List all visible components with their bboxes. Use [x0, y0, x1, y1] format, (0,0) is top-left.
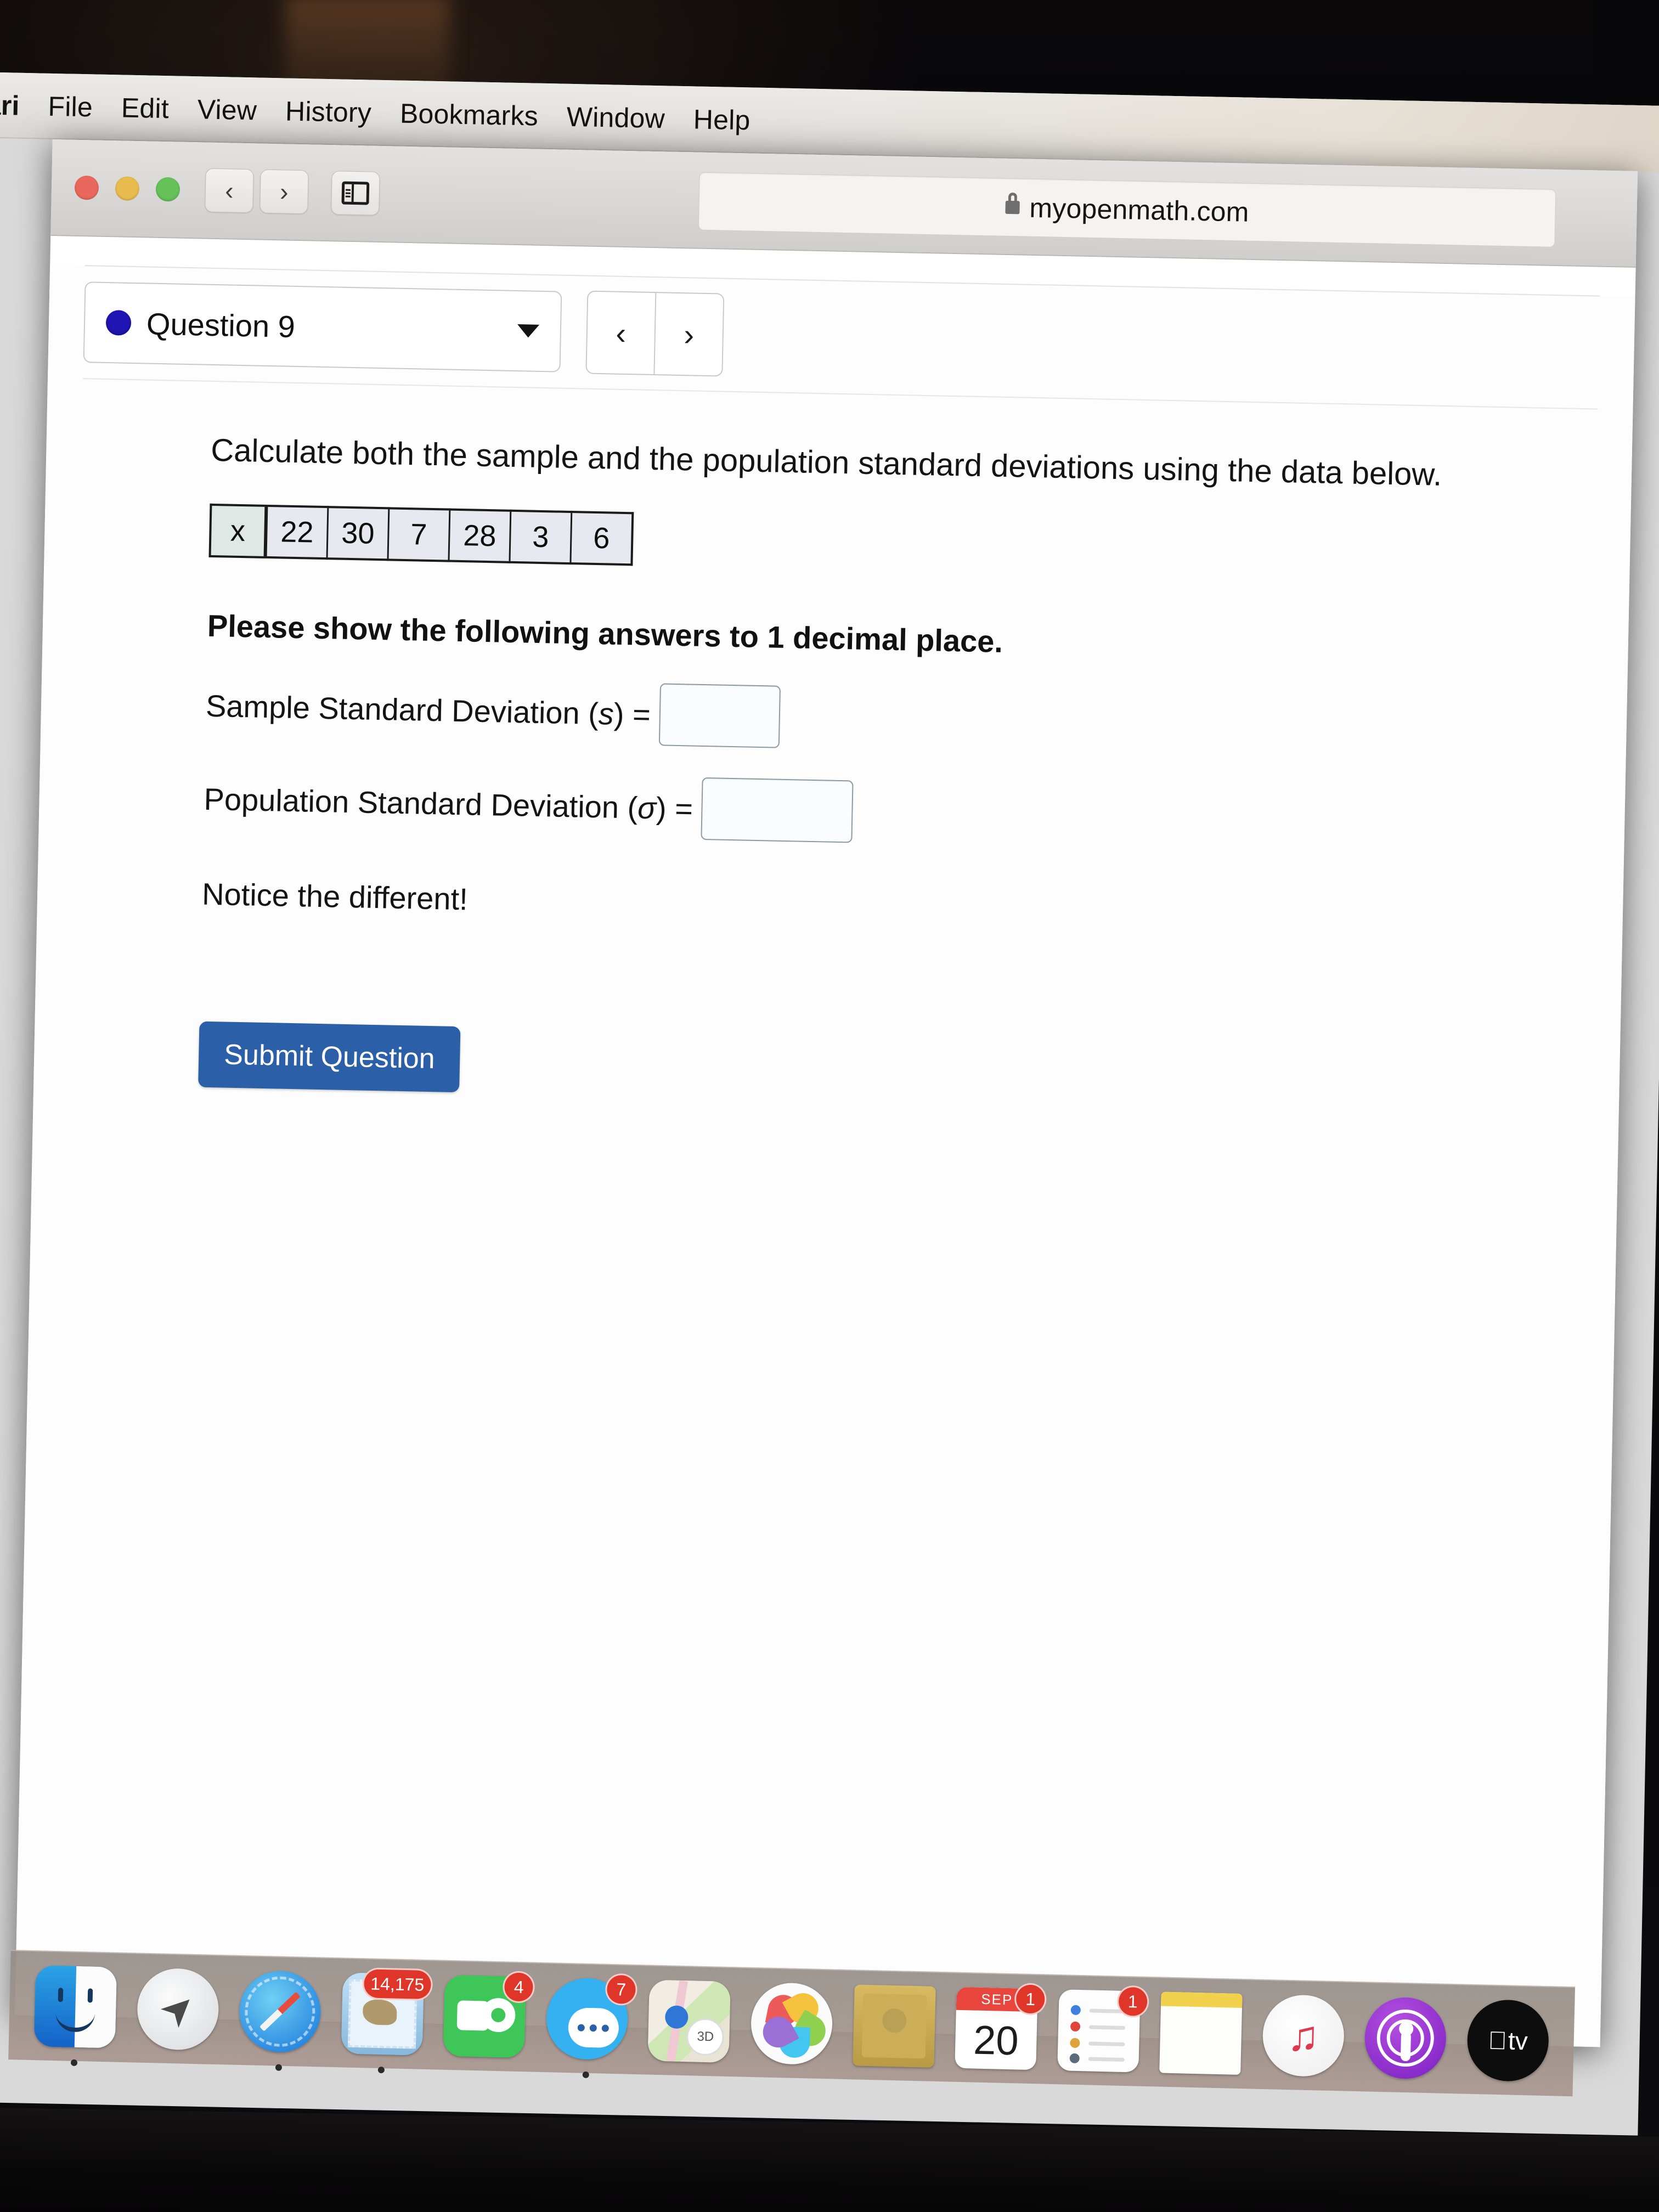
dock-maps[interactable]: 3D	[647, 1979, 731, 2063]
table-cell: 7	[387, 508, 450, 561]
previous-question-button[interactable]: ‹	[586, 292, 655, 374]
dock-calendar[interactable]: SEP 20 1	[955, 1983, 1047, 2070]
screenshot-root: afari File Edit View History Bookmarks W…	[0, 0, 1659, 2212]
decimal-place-instruction: Please show the following answers to 1 d…	[207, 608, 1003, 659]
population-label-tail: ) =	[656, 791, 693, 826]
dock-launchpad[interactable]: ➤	[136, 1967, 219, 2051]
menu-view[interactable]: View	[183, 93, 271, 127]
finder-icon	[33, 1965, 117, 2049]
table-cell: 6	[570, 512, 633, 565]
sidebar-toggle-icon	[341, 181, 370, 205]
data-table: x 22 30 7 28 3 6	[208, 504, 634, 566]
dock-podcasts[interactable]	[1364, 1996, 1447, 2080]
menu-window[interactable]: Window	[552, 100, 679, 135]
sample-standard-deviation-input[interactable]	[658, 683, 781, 749]
menu-file[interactable]: File	[33, 90, 108, 123]
webpage-content: Question 9 ‹ › Calculate both the sample…	[15, 264, 1635, 2047]
menu-bookmarks[interactable]: Bookmarks	[385, 97, 552, 132]
launchpad-icon: ➤	[136, 1967, 219, 2051]
sidebar-toggle-button[interactable]	[331, 171, 380, 216]
sample-standard-deviation-label: Sample Standard Deviation (	[205, 688, 599, 731]
calendar-badge: 1	[1014, 1983, 1047, 2016]
browser-forward-button[interactable]: ›	[259, 169, 309, 215]
mail-badge: 14,175	[362, 1967, 433, 2001]
safari-window: ‹ › myopenmath.com Question 9 ‹ › Calcul…	[15, 139, 1638, 2047]
podcasts-icon	[1364, 1996, 1447, 2080]
chevron-down-icon[interactable]	[517, 324, 540, 338]
notes-icon	[1159, 1991, 1243, 2075]
menu-history[interactable]: History	[271, 95, 386, 129]
menu-help[interactable]: Help	[679, 103, 765, 137]
running-indicator	[275, 2064, 283, 2071]
dock-messages[interactable]: 7	[545, 1973, 637, 2078]
photos-icon	[750, 1982, 833, 2066]
calendar-day: 20	[973, 2016, 1019, 2063]
dock-mail[interactable]: 14,175	[341, 1967, 433, 2074]
lock-icon	[1005, 200, 1020, 215]
notice-text: Notice the different!	[201, 876, 469, 917]
running-indicator	[377, 2066, 385, 2074]
sample-symbol: s	[598, 696, 614, 731]
window-traffic-lights	[74, 175, 180, 202]
chevron-left-icon: ‹	[224, 176, 234, 205]
contacts-icon	[852, 1984, 936, 2068]
dock-finder[interactable]	[33, 1965, 117, 2067]
dock-notes[interactable]	[1159, 1991, 1243, 2075]
maximize-window-button[interactable]	[155, 177, 180, 202]
browser-back-button[interactable]: ‹	[205, 168, 254, 213]
population-symbol: σ	[637, 790, 657, 826]
sample-label-tail: ) =	[613, 696, 651, 732]
running-indicator	[582, 2071, 589, 2078]
apple-tv-label: tv	[1498, 2026, 1528, 2055]
chevron-right-icon: ›	[279, 177, 289, 206]
question-body: Calculate both the sample and the popula…	[33, 379, 1633, 1116]
sample-standard-deviation-row: Sample Standard Deviation (s) =	[205, 674, 1627, 765]
safari-icon	[238, 1970, 322, 2053]
menu-edit[interactable]: Edit	[106, 92, 183, 125]
messages-badge: 7	[605, 1973, 637, 2006]
question-selector[interactable]: Question 9	[83, 281, 562, 373]
table-cell: 30	[327, 507, 389, 560]
facetime-badge: 4	[503, 1971, 535, 2004]
running-indicator	[70, 2059, 78, 2067]
question-title: Question 9	[146, 306, 296, 344]
population-standard-deviation-label: Population Standard Deviation (	[204, 781, 638, 825]
music-icon: ♫	[1261, 1994, 1345, 2078]
apple-tv-icon: tv	[1466, 1999, 1550, 2083]
question-prompt: Calculate both the sample and the popula…	[210, 432, 1442, 493]
table-cell: 3	[509, 511, 572, 564]
dock-photos[interactable]	[750, 1982, 833, 2066]
maps-icon: 3D	[647, 1979, 731, 2063]
address-bar[interactable]: myopenmath.com	[698, 172, 1556, 247]
dock-music[interactable]: ♫	[1261, 1994, 1345, 2078]
dock-safari[interactable]	[238, 1970, 322, 2071]
reminders-badge: 1	[1116, 1985, 1149, 2018]
question-navigation-bar: Question 9 ‹ ›	[83, 265, 1600, 394]
table-row: x 22 30 7 28 3 6	[210, 505, 633, 565]
population-standard-deviation-input[interactable]	[701, 777, 854, 843]
address-bar-url: myopenmath.com	[1029, 192, 1250, 228]
table-header-x: x	[210, 505, 267, 558]
submit-question-button[interactable]: Submit Question	[198, 1021, 461, 1093]
table-cell: 22	[265, 506, 328, 559]
dock-reminders[interactable]: 1	[1057, 1985, 1149, 2073]
dock-appletv[interactable]: tv	[1466, 1999, 1550, 2083]
laptop-screen: afari File Edit View History Bookmarks W…	[0, 72, 1659, 2136]
question-status-dot	[105, 309, 132, 336]
dock-facetime[interactable]: 4	[443, 1971, 535, 2058]
menu-apple-safari[interactable]: afari	[0, 89, 34, 122]
table-cell: 28	[448, 509, 511, 563]
question-nav-group: ‹ ›	[585, 290, 725, 377]
close-window-button[interactable]	[74, 175, 99, 200]
minimize-window-button[interactable]	[115, 176, 140, 201]
next-question-button[interactable]: ›	[653, 293, 724, 376]
dock-contacts[interactable]	[852, 1984, 936, 2068]
population-standard-deviation-row: Population Standard Deviation (σ) =	[204, 768, 1626, 859]
